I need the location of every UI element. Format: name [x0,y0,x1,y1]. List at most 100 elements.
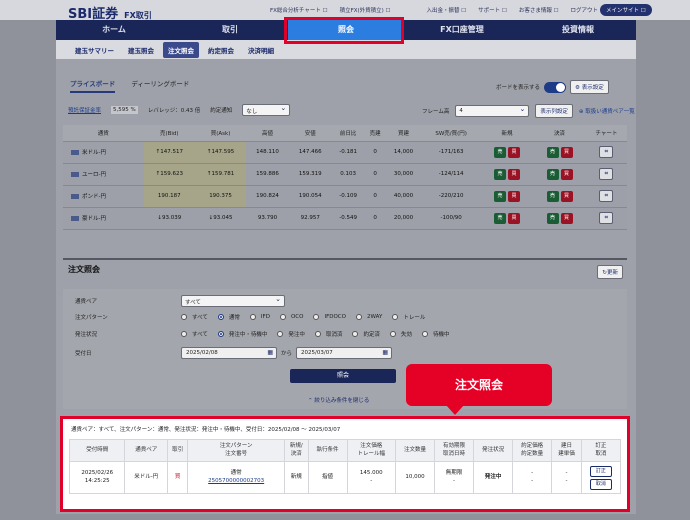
ask-cell[interactable]: ↑159.781 [194,163,247,186]
settle-buy-button[interactable]: 買 [560,212,573,224]
link-deposit[interactable]: 入出金・振替 ☐ [426,6,466,14]
new-sell-button[interactable]: 売 [494,146,506,158]
col-chart: チャート [585,125,627,142]
settle-buy-button[interactable]: 買 [560,168,573,180]
subnav-execution-inquiry[interactable]: 約定照会 [203,42,239,58]
settle-sell-button[interactable]: 売 [546,168,559,180]
link-fx-chart[interactable]: FX総合分析チャート ☐ [270,6,328,14]
change-cell: -0.109 [331,185,365,208]
nav-home[interactable]: ホーム [56,20,172,40]
link-fx-savings[interactable]: 積立FX(外貨積立) ☐ [340,6,391,14]
low-cell: 92.957 [288,207,332,230]
order-number-link[interactable]: 2505700000002703 [208,478,264,484]
nav-info[interactable]: 投資情報 [520,20,636,40]
low-cell: 190.054 [288,185,332,208]
radio-status-ordered[interactable]: 発注中 [277,330,305,338]
settle-buy-button[interactable]: 買 [560,146,573,158]
refresh-button[interactable]: ↻更新 [597,265,623,279]
radio-pattern-oco[interactable]: OCO [279,314,303,320]
radio-status-expired[interactable]: 失効 [389,330,412,338]
filter-pattern-row: 注文パターン すべて 通常 IFD OCO IFDOCO 2WAY トレール [75,313,425,321]
date-from-input[interactable]: 2025/02/08 [181,347,277,359]
margin-ratio-link[interactable]: 預託保証金率 [68,106,101,114]
date-to-input[interactable]: 2025/03/07 [296,347,393,359]
column-settings-button[interactable]: 表示列設定 [535,104,573,118]
filter-pair-label: 通貨ペア [75,299,98,305]
bid-cell[interactable]: 190.187 [143,185,195,208]
nav-fx-account[interactable]: FX口座管理 [404,20,520,40]
order-inquiry-section: 注文照会 ↻更新 [63,258,627,279]
chart-icon[interactable]: ⌗ [599,146,614,158]
chart-icon[interactable]: ⌗ [599,212,614,224]
edit-button[interactable]: 訂正 [589,465,612,477]
radio-pattern-2way[interactable]: 2WAY [355,314,382,320]
ask-cell[interactable]: 190.375 [194,185,247,208]
new-buy-button[interactable]: 買 [508,168,520,180]
bid-cell[interactable]: ↑147.517 [143,141,195,164]
header-links: FX総合分析チャート ☐ 積立FX(外貨積立) ☐ 入出金・振替 ☐ サポート … [270,6,598,14]
new-sell-button[interactable]: 売 [494,190,506,202]
tab-price-board[interactable]: プライスボード [70,78,116,93]
time-cell: 2025/02/26 14:25:25 [68,461,126,494]
chart-icon[interactable]: ⌗ [599,190,614,202]
radio-status-all[interactable]: すべて [181,330,208,338]
new-buy-button[interactable]: 買 [508,212,520,224]
radio-pattern-all[interactable]: すべて [181,313,208,321]
chart-icon[interactable]: ⌗ [599,168,614,180]
radio-pattern-trail[interactable]: トレール [392,313,425,321]
nav-trade[interactable]: 取引 [172,20,288,40]
cancel-button[interactable]: 取消 [589,478,612,490]
pair-select[interactable]: すべて [181,295,285,307]
flag-icon [71,194,79,199]
main-site-button[interactable]: メインサイト ☐ [600,4,652,16]
radio-status-waiting[interactable]: 待機中 [421,330,450,338]
new-buy-button[interactable]: 買 [508,146,520,158]
sell-pos-cell: 0 [364,185,386,208]
col-expiry: 有効期限 取消日時 [434,439,475,462]
col-pattern: 注文パターン 注文番号 [187,439,286,462]
subnav-order-inquiry[interactable]: 注文照会 [163,41,199,58]
bid-cell[interactable]: ↓93.039 [143,207,195,230]
settle-sell-button[interactable]: 売 [546,212,559,224]
subnav-settlement[interactable]: 決済明細 [243,42,279,58]
subnav-position-summary[interactable]: 建玉サマリー [70,42,119,58]
settle-cell: 売買 [533,141,586,164]
low-cell: 147.466 [288,141,332,164]
display-settings-button[interactable]: ⚙ 表示設定 [570,80,609,94]
high-cell: 148.110 [246,141,289,164]
radio-pattern-ifd[interactable]: IFD [249,314,270,320]
radio-pattern-ifdoco[interactable]: IFDOCO [313,314,346,320]
settle-sell-button[interactable]: 売 [546,146,559,158]
radio-status-cancelled[interactable]: 取消済 [314,330,342,338]
link-support[interactable]: サポート ☐ [478,6,507,14]
radio-status-pending[interactable]: 発注中・待機中 [217,330,267,338]
col-qty: 注文数量 [394,439,436,462]
radio-status-executed[interactable]: 約定済 [352,330,380,338]
link-logout[interactable]: ログアウト [571,6,599,14]
settle-sell-button[interactable]: 売 [546,190,559,202]
add-pair-link[interactable]: ⊕ 取扱い通貨ペア一覧 [579,107,635,115]
pattern-cell: 通常 2505700000002703 [187,461,286,494]
radio-pattern-normal[interactable]: 通常 [217,313,240,321]
subnav-position-inquiry[interactable]: 建玉照会 [123,42,159,58]
tab-dealing-board[interactable]: ディーリングボード [131,78,189,93]
new-buy-button[interactable]: 買 [508,190,520,202]
chart-cell: ⌗ [585,141,627,164]
new-sell-button[interactable]: 売 [494,212,506,224]
high-cell: 93.790 [246,207,289,230]
frame-select[interactable]: 4 [455,105,530,117]
new-sell-button[interactable]: 売 [494,168,506,180]
board-toggle[interactable] [544,81,567,93]
ask-cell[interactable]: ↓93.045 [194,207,247,230]
query-button[interactable]: 照会 [290,369,396,383]
pair-cell: 米ドル-円 [124,461,168,494]
expiry-cell: 無期限 - [434,461,475,494]
flag-icon [71,216,79,221]
ask-cell[interactable]: ↑147.595 [194,141,247,164]
close-filter-link[interactable]: ⌃ 絞り込み条件を閉じる [308,396,369,404]
settle-buy-button[interactable]: 買 [560,190,573,202]
new-cell: 売買 [480,163,534,186]
contract-notice-select[interactable]: なし [242,104,291,116]
bid-cell[interactable]: ↑159.623 [143,163,195,186]
link-customer-info[interactable]: お客さま情報 ☐ [519,6,559,14]
